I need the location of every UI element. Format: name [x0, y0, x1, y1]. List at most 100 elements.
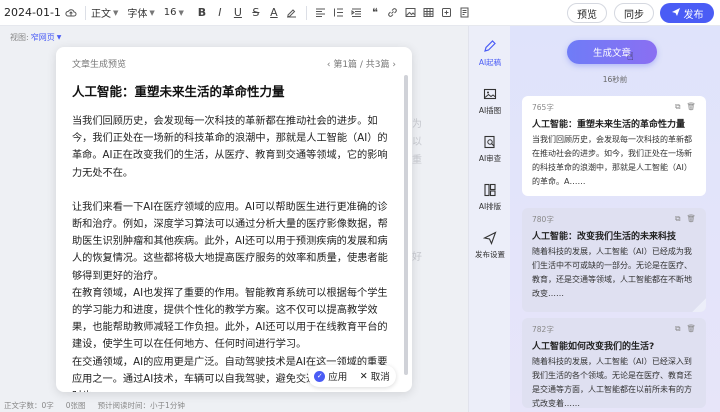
send-icon: [483, 230, 497, 245]
nav-label: AI排版: [478, 201, 502, 211]
top-toolbar: 2024-01-11... 正文▼ 字体▼ 16▼ B I U S A ❝ 预览…: [0, 0, 720, 26]
status-bar: 正文字数：0字 0张图 预计阅读时间：小于1分钟: [0, 398, 468, 412]
article-title: 人工智能：重塑未来生活的革命性力量: [72, 84, 285, 99]
editor-text-line: 为: [412, 119, 422, 130]
card-fold-corner: [692, 298, 706, 312]
indent-icon[interactable]: [348, 4, 366, 22]
font-size-value: 16: [163, 7, 177, 18]
history-icon[interactable]: [456, 4, 474, 22]
italic-icon[interactable]: I: [211, 4, 229, 22]
article-paragraph: 当我们回顾历史，会发现每一次科技的革新都在推动社会的进步。如今，我们正处在一场新…: [72, 116, 388, 179]
trash-icon[interactable]: 🗑: [686, 324, 696, 335]
card-word-count: 782字: [532, 325, 554, 334]
ai-tools-nav: AI起稿 AI插图 AI审查 AI排版 发布设置: [468, 26, 510, 412]
read-time: 预计阅读时间：小于1分钟: [97, 400, 185, 410]
sync-button-label: 同步: [624, 9, 644, 21]
line-spacing-icon[interactable]: [330, 4, 348, 22]
hand-cursor-icon: ☝: [627, 50, 634, 63]
modal-header: 文章生成预览 ‹ 第1篇 / 共3篇 ›: [72, 57, 396, 70]
editor-text-line: 以: [412, 137, 422, 148]
font-size-select[interactable]: 16 ▼: [164, 7, 184, 18]
article-pager[interactable]: ‹ 第1篇 / 共3篇 ›: [327, 57, 396, 70]
copy-icon[interactable]: ⧉: [675, 324, 680, 335]
nav-ai-layout[interactable]: AI排版: [469, 174, 511, 220]
card-actions: ⧉ 🗑: [675, 102, 696, 113]
toolbar-divider: [305, 5, 307, 20]
generate-article-label: 生成文章: [592, 48, 631, 59]
font-family-select[interactable]: 字体 ▼: [127, 5, 155, 21]
preview-button[interactable]: 预览: [567, 3, 607, 23]
document-title[interactable]: 2024-01-11...: [4, 6, 62, 19]
article-card[interactable]: 765字 ⧉ 🗑 人工智能：重塑未来生活的革命性力量 当我们回顾历史，会发现每一…: [522, 96, 706, 196]
card-title: 人工智能：重塑未来生活的革命性力量: [532, 120, 686, 130]
nav-ai-illustration[interactable]: AI插图: [469, 78, 511, 124]
more-icon[interactable]: [438, 4, 456, 22]
link-icon[interactable]: [384, 4, 402, 22]
nav-label: 发布设置: [475, 249, 505, 259]
view-mode-selector[interactable]: 视图: 窄网页 ▼: [10, 32, 61, 43]
check-icon: ✓: [314, 370, 326, 382]
card-actions: ⧉ 🗑: [675, 214, 696, 225]
generate-article-button[interactable]: 生成文章: [567, 40, 657, 64]
card-meta: 765字 ⧉ 🗑: [532, 102, 696, 113]
paragraph-style-value: 正文: [91, 9, 111, 20]
paragraph-style-select[interactable]: 正文 ▼: [91, 5, 119, 21]
card-excerpt: 当我们回顾历史，会发现每一次科技的革新都在推动社会的进步。如今，我们正处在一场新…: [532, 135, 692, 186]
view-mode-value: 窄网页: [30, 33, 55, 42]
font-family-value: 字体: [127, 9, 148, 20]
card-title: 人工智能：改变我们生活的未来科技: [532, 232, 677, 242]
nav-ai-review[interactable]: AI审查: [469, 126, 511, 172]
underline-icon[interactable]: U: [229, 4, 247, 22]
highlight-icon[interactable]: [283, 4, 301, 22]
align-left-icon[interactable]: [312, 4, 330, 22]
modal-scrollbar[interactable]: [404, 75, 408, 375]
review-icon: [484, 135, 495, 148]
card-word-count: 780字: [532, 215, 554, 224]
article-paragraph: 让我们来看一下AI在医疗领域的应用。AI可以帮助医生进行更准确的诊断和治疗。例如…: [72, 201, 388, 282]
preview-button-label: 预览: [577, 9, 597, 21]
nav-label: AI起稿: [478, 57, 502, 67]
layout-icon: [484, 183, 496, 196]
nav-label: AI插图: [478, 105, 502, 115]
image-count: 0张图: [65, 400, 86, 410]
chevron-down-icon: ▼: [113, 8, 119, 17]
card-excerpt: 随着科技的发展，人工智能（AI）已经深入到我们生活的各个领域。无论是在医疗、教育…: [532, 357, 692, 408]
table-icon[interactable]: [420, 4, 438, 22]
trash-icon[interactable]: 🗑: [686, 102, 696, 113]
cancel-button[interactable]: ✕ 取消: [359, 369, 390, 384]
sync-button[interactable]: 同步: [614, 3, 654, 23]
quote-icon[interactable]: ❝: [366, 4, 384, 22]
copy-icon[interactable]: ⧉: [675, 214, 680, 225]
image-icon[interactable]: [402, 4, 420, 22]
chevron-down-icon: ▼: [149, 8, 155, 17]
card-title: 人工智能如何改变我们的生活?: [532, 342, 655, 352]
image-icon: [483, 88, 497, 99]
strikethrough-icon[interactable]: S: [247, 4, 265, 22]
trash-icon[interactable]: 🗑: [686, 214, 696, 225]
article-paragraph: 在教育领域，AI也发挥了重要的作用。智能教育系统可以根据每个学生的学习能力和进度…: [72, 287, 388, 351]
article-preview-modal: 文章生成预览 ‹ 第1篇 / 共3篇 › 人工智能：重塑未来生活的革命性力量 当…: [56, 47, 412, 392]
publish-button[interactable]: 发布: [660, 3, 714, 23]
ai-draft-panel: 生成文章 ☝ 16秒前 765字 ⧉ 🗑 人工智能：重塑未来生活的革命性力量 当…: [510, 26, 720, 412]
font-color-icon[interactable]: A: [265, 4, 283, 22]
editor-text-line: 好: [412, 252, 422, 263]
article-pager-label: 第1篇 / 共3篇: [333, 60, 390, 70]
nav-ai-draft[interactable]: AI起稿: [469, 30, 511, 76]
nav-label: AI审查: [478, 153, 502, 163]
card-meta: 780字 ⧉ 🗑: [532, 214, 696, 225]
bold-icon[interactable]: B: [193, 4, 211, 22]
generated-time: 16秒前: [602, 75, 628, 84]
card-excerpt: 随着科技的发展，人工智能（AI）已经成为我们生活中不可或缺的一部分。无论是在医疗…: [532, 247, 692, 298]
apply-button[interactable]: ✓ 应用: [314, 369, 347, 383]
cloud-upload-icon[interactable]: [62, 4, 80, 22]
card-meta: 782字 ⧉ 🗑: [532, 324, 696, 335]
copy-icon[interactable]: ⧉: [675, 102, 680, 113]
publish-button-label: 发布: [683, 9, 704, 21]
editor-text-line: 重: [412, 155, 422, 166]
article-card[interactable]: 782字 ⧉ 🗑 人工智能如何改变我们的生活? 随着科技的发展，人工智能（AI）…: [522, 318, 706, 408]
nav-publish-settings[interactable]: 发布设置: [469, 222, 511, 268]
chevron-right-icon[interactable]: ›: [390, 60, 396, 70]
article-card[interactable]: 780字 ⧉ 🗑 人工智能：改变我们生活的未来科技 随着科技的发展，人工智能（A…: [522, 208, 706, 312]
modal-actions: ✓ 应用 ✕ 取消: [308, 365, 396, 387]
close-icon: ✕: [359, 370, 368, 382]
